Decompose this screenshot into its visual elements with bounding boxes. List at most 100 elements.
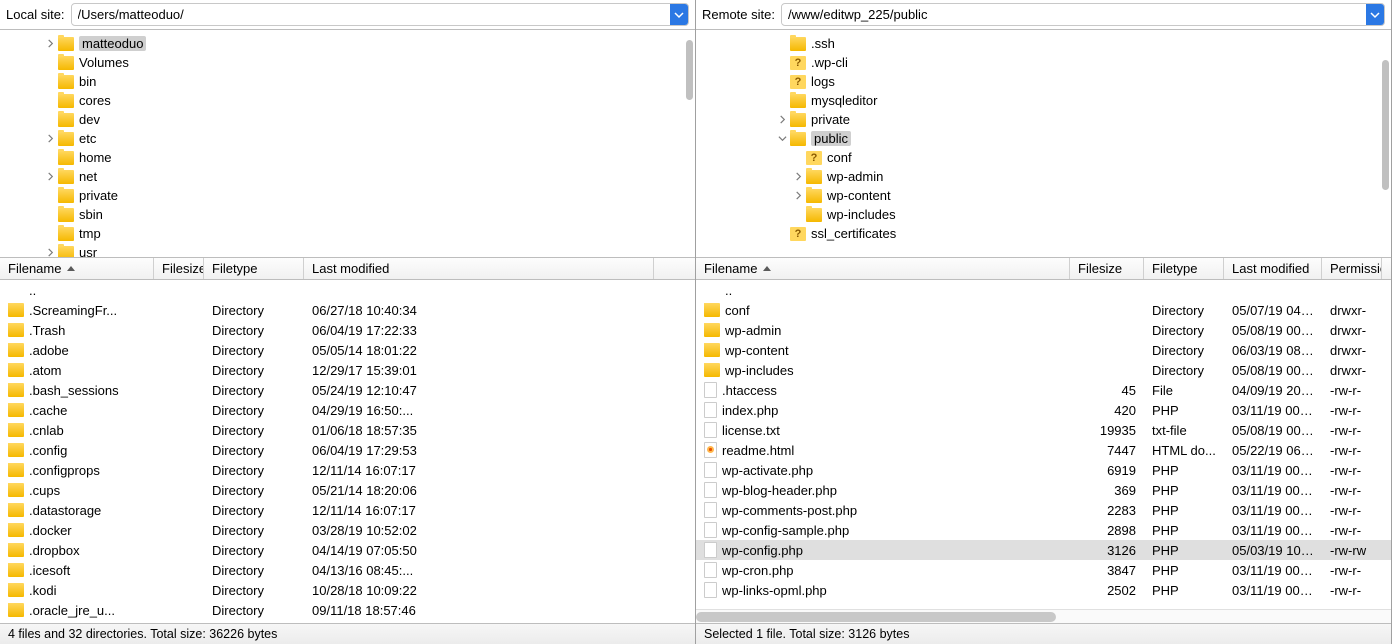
tree-item[interactable]: wp-content	[696, 186, 1391, 205]
file-row[interactable]: .oracle_jre_u...Directory09/11/18 18:57:…	[0, 600, 695, 620]
tree-arrow-icon[interactable]	[776, 114, 788, 126]
file-row[interactable]: .atomDirectory12/29/17 15:39:01	[0, 360, 695, 380]
column-header[interactable]: Filesize	[1070, 258, 1144, 279]
file-row[interactable]: wp-adminDirectory05/08/19 00:...drwxr-	[696, 320, 1391, 340]
local-tree[interactable]: matteoduoVolumesbincoresdevetchomenetpri…	[0, 30, 695, 258]
file-name-cell: wp-activate.php	[696, 462, 1070, 478]
tree-item[interactable]: matteoduo	[0, 34, 695, 53]
file-row[interactable]: .htaccess45File04/09/19 20:...-rw-r-	[696, 380, 1391, 400]
column-header[interactable]: Permissions	[1322, 258, 1382, 279]
scrollbar-thumb[interactable]	[686, 40, 693, 100]
file-type-cell: Directory	[204, 523, 304, 538]
file-row[interactable]: ..	[0, 280, 695, 300]
file-row[interactable]: wp-activate.php6919PHP03/11/19 00:...-rw…	[696, 460, 1391, 480]
file-row[interactable]: readme.html7447HTML do...05/22/19 06:...…	[696, 440, 1391, 460]
file-row[interactable]: .adobeDirectory05/05/14 18:01:22	[0, 340, 695, 360]
scrollbar-thumb[interactable]	[1382, 60, 1389, 190]
file-row[interactable]: .cupsDirectory05/21/14 18:20:06	[0, 480, 695, 500]
tree-arrow-icon[interactable]	[792, 171, 804, 183]
remote-path-dropdown[interactable]	[1366, 4, 1384, 25]
file-row[interactable]: wp-config-sample.php2898PHP03/11/19 00:.…	[696, 520, 1391, 540]
horizontal-scrollbar[interactable]	[696, 609, 1391, 623]
file-type-cell: Directory	[204, 423, 304, 438]
file-type-cell: Directory	[204, 483, 304, 498]
file-row[interactable]: .kodiDirectory10/28/18 10:09:22	[0, 580, 695, 600]
tree-item[interactable]: logs	[696, 72, 1391, 91]
file-row[interactable]: wp-blog-header.php369PHP03/11/19 00:...-…	[696, 480, 1391, 500]
column-header[interactable]: Filetype	[1144, 258, 1224, 279]
file-icon	[704, 402, 717, 418]
file-row[interactable]: .cnlabDirectory01/06/18 18:57:35	[0, 420, 695, 440]
file-row[interactable]: wp-config.php3126PHP05/03/19 10:...-rw-r…	[696, 540, 1391, 560]
file-row[interactable]: confDirectory05/07/19 04:...drwxr-	[696, 300, 1391, 320]
folder-icon	[8, 563, 24, 577]
file-modified-cell: 06/03/19 08:...	[1224, 343, 1322, 358]
tree-item[interactable]: dev	[0, 110, 695, 129]
tree-item[interactable]: private	[696, 110, 1391, 129]
tree-item[interactable]: Volumes	[0, 53, 695, 72]
remote-file-list[interactable]: ..confDirectory05/07/19 04:...drwxr-wp-a…	[696, 280, 1391, 623]
scrollbar-thumb[interactable]	[696, 612, 1056, 622]
file-row[interactable]: ..	[696, 280, 1391, 300]
tree-arrow-icon[interactable]	[44, 38, 56, 50]
tree-item[interactable]: .wp-cli	[696, 53, 1391, 72]
tree-item[interactable]: public	[696, 129, 1391, 148]
tree-item[interactable]: net	[0, 167, 695, 186]
tree-arrow-icon[interactable]	[44, 133, 56, 145]
tree-item[interactable]: bin	[0, 72, 695, 91]
tree-item[interactable]: conf	[696, 148, 1391, 167]
tree-arrow-icon[interactable]	[44, 171, 56, 183]
file-row[interactable]: wp-includesDirectory05/08/19 00:...drwxr…	[696, 360, 1391, 380]
tree-item[interactable]: wp-admin	[696, 167, 1391, 186]
folder-icon	[790, 37, 806, 51]
tree-item[interactable]: .ssh	[696, 34, 1391, 53]
file-row[interactable]: index.php420PHP03/11/19 00:...-rw-r-	[696, 400, 1391, 420]
folder-icon	[58, 94, 74, 108]
column-header[interactable]: Last modified	[304, 258, 654, 279]
file-row[interactable]: wp-cron.php3847PHP03/11/19 00:...-rw-r-	[696, 560, 1391, 580]
file-row[interactable]: .TrashDirectory06/04/19 17:22:33	[0, 320, 695, 340]
tree-item[interactable]: private	[0, 186, 695, 205]
file-row[interactable]: wp-contentDirectory06/03/19 08:...drwxr-	[696, 340, 1391, 360]
file-row[interactable]: wp-comments-post.php2283PHP03/11/19 00:.…	[696, 500, 1391, 520]
file-size-cell: 2898	[1070, 523, 1144, 538]
file-row[interactable]: .datastorageDirectory12/11/14 16:07:17	[0, 500, 695, 520]
local-path-dropdown[interactable]	[670, 4, 688, 25]
file-row[interactable]: .icesoftDirectory04/13/16 08:45:...	[0, 560, 695, 580]
tree-item[interactable]: etc	[0, 129, 695, 148]
tree-arrow-icon[interactable]	[792, 190, 804, 202]
tree-item[interactable]: usr	[0, 243, 695, 258]
file-row[interactable]: .configDirectory06/04/19 17:29:53	[0, 440, 695, 460]
remote-pane: Remote site: .ssh.wp-clilogsmysqleditorp…	[696, 0, 1392, 644]
file-row[interactable]: license.txt19935txt-file05/08/19 00:...-…	[696, 420, 1391, 440]
tree-item[interactable]: wp-includes	[696, 205, 1391, 224]
tree-arrow-icon[interactable]	[776, 133, 788, 145]
file-row[interactable]: .bash_sessionsDirectory05/24/19 12:10:47	[0, 380, 695, 400]
tree-arrow-icon[interactable]	[44, 247, 56, 259]
file-name-cell: .icesoft	[0, 563, 154, 578]
file-perm-cell: -rw-r-	[1322, 503, 1382, 518]
column-header[interactable]: Filename	[0, 258, 154, 279]
remote-tree[interactable]: .ssh.wp-clilogsmysqleditorprivatepublicc…	[696, 30, 1391, 258]
column-header[interactable]: Filename	[696, 258, 1070, 279]
file-row[interactable]: .dropboxDirectory04/14/19 07:05:50	[0, 540, 695, 560]
column-header[interactable]: Last modified	[1224, 258, 1322, 279]
local-path-input[interactable]	[72, 5, 670, 24]
tree-item[interactable]: ssl_certificates	[696, 224, 1391, 243]
file-type-cell: Directory	[1144, 343, 1224, 358]
tree-item[interactable]: sbin	[0, 205, 695, 224]
file-row[interactable]: .cacheDirectory04/29/19 16:50:...	[0, 400, 695, 420]
column-header[interactable]: Filesize	[154, 258, 204, 279]
tree-item[interactable]: tmp	[0, 224, 695, 243]
file-row[interactable]: .ScreamingFr...Directory06/27/18 10:40:3…	[0, 300, 695, 320]
column-header[interactable]: Filetype	[204, 258, 304, 279]
file-row[interactable]: .configpropsDirectory12/11/14 16:07:17	[0, 460, 695, 480]
file-row[interactable]: wp-links-opml.php2502PHP03/11/19 00:...-…	[696, 580, 1391, 600]
tree-item[interactable]: cores	[0, 91, 695, 110]
remote-path-input[interactable]	[782, 5, 1366, 24]
tree-item[interactable]: mysqleditor	[696, 91, 1391, 110]
local-file-list[interactable]: ...ScreamingFr...Directory06/27/18 10:40…	[0, 280, 695, 623]
file-row[interactable]: .dockerDirectory03/28/19 10:52:02	[0, 520, 695, 540]
file-icon	[704, 542, 717, 558]
tree-item[interactable]: home	[0, 148, 695, 167]
